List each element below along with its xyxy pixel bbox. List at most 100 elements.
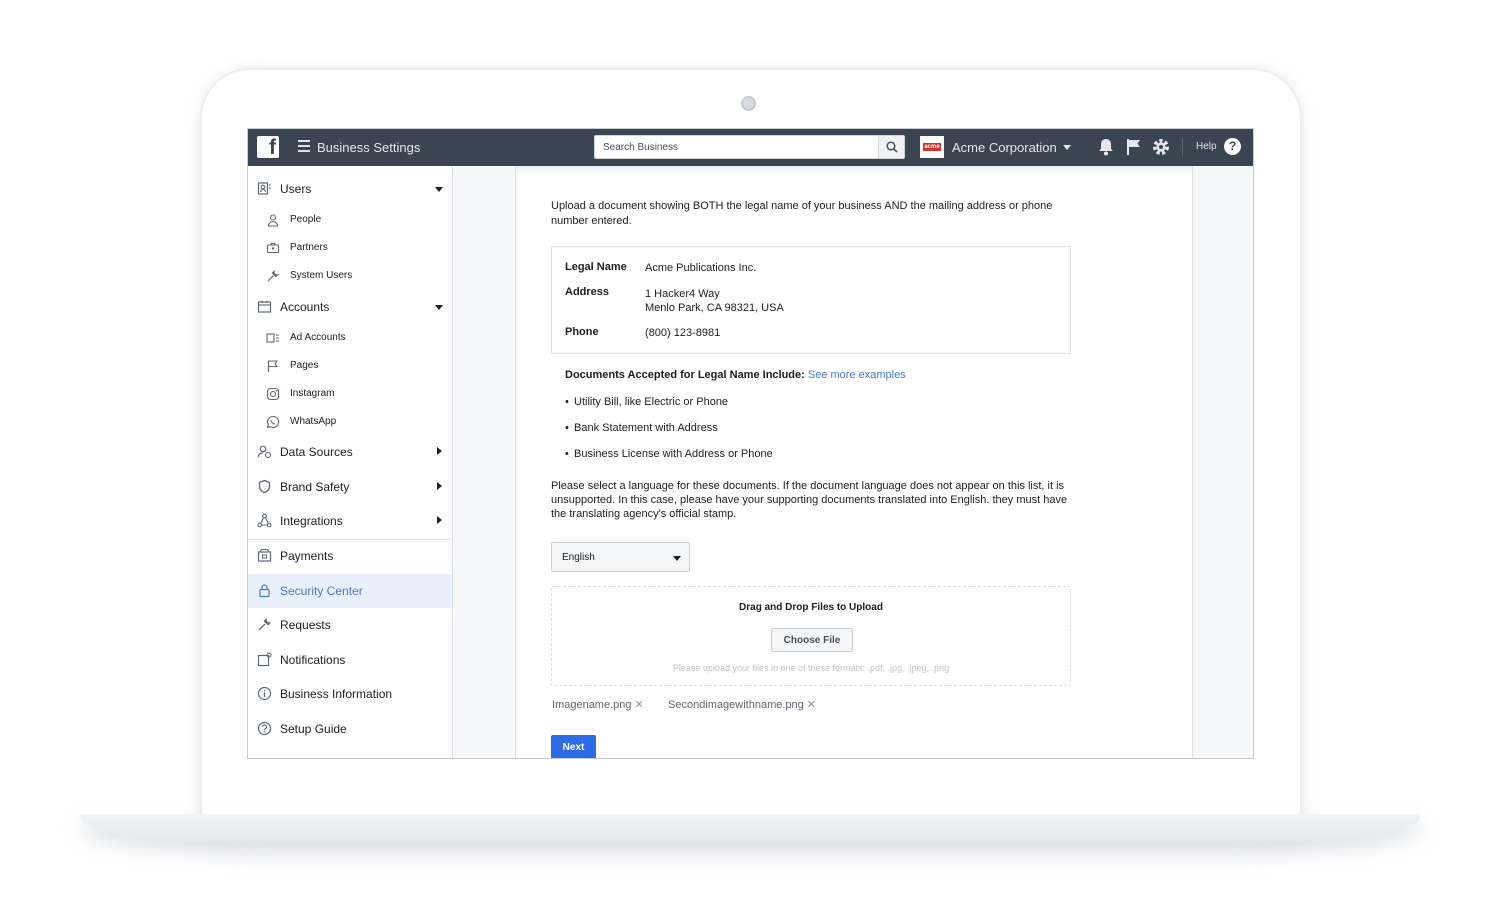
- whatsapp-icon: [266, 415, 280, 429]
- sidebar-subitem-instagram[interactable]: Instagram: [248, 381, 452, 407]
- list-item: Bank Statement with Address: [565, 422, 718, 434]
- sidebar-item-label: Payments: [280, 549, 334, 563]
- sidebar-item-payments[interactable]: Payments: [248, 539, 452, 573]
- sidebar-subitem-ad-accounts[interactable]: Ad Accounts: [248, 325, 452, 351]
- sidebar-subitem-partners[interactable]: Partners: [248, 235, 452, 261]
- list-item: Utility Bill, like Electric or Phone: [565, 396, 728, 408]
- sidebar-item-label: Data Sources: [280, 445, 353, 459]
- legal-name-label: Legal Name: [565, 261, 627, 273]
- chevron-down-icon: [673, 556, 681, 561]
- business-switcher[interactable]: Acme Corporation: [952, 140, 1057, 155]
- flag-icon[interactable]: [1124, 137, 1144, 157]
- sidebar-subitem-pages[interactable]: Pages: [248, 353, 452, 379]
- data-sources-icon: [257, 445, 272, 459]
- users-icon: [257, 182, 271, 195]
- gear-icon[interactable]: [1151, 137, 1171, 157]
- sidebar-item-label: Brand Safety: [280, 480, 350, 494]
- sidebar-subitem-label: Pages: [290, 360, 319, 371]
- help-link[interactable]: Help: [1196, 141, 1217, 152]
- sidebar-item-brand-safety[interactable]: Brand Safety: [248, 470, 452, 504]
- sidebar-item-label: Requests: [280, 618, 331, 632]
- sidebar-item-notifications[interactable]: Notifications: [248, 643, 452, 677]
- shield-icon: [258, 479, 271, 494]
- sidebar-subitem-whatsapp[interactable]: WhatsApp: [248, 409, 452, 435]
- file-dropzone[interactable]: Drag and Drop Files to Upload Choose Fil…: [551, 586, 1071, 686]
- lock-icon: [259, 584, 270, 598]
- uploaded-file-name: Secondimagewithname.png: [668, 699, 804, 711]
- sidebar-item-setup-guide[interactable]: Setup Guide: [248, 712, 452, 746]
- payments-icon: [257, 548, 272, 562]
- dropzone-title: Drag and Drop Files to Upload: [739, 602, 883, 613]
- sidebar-item-label: Integrations: [280, 514, 343, 528]
- next-button[interactable]: Next: [551, 735, 596, 758]
- chevron-down-icon[interactable]: [1063, 145, 1071, 150]
- sidebar-item-business-information[interactable]: Business Information: [248, 677, 452, 711]
- help-icon[interactable]: ?: [1224, 138, 1241, 155]
- info-icon: [257, 686, 272, 701]
- sidebar-subitem-label: Instagram: [290, 388, 335, 399]
- search-button[interactable]: [878, 136, 904, 158]
- remove-file-icon[interactable]: ✕: [807, 699, 816, 711]
- chevron-right-icon[interactable]: [437, 516, 442, 524]
- topbar-divider: [1182, 138, 1183, 156]
- legal-name-value: Acme Publications Inc.: [645, 262, 757, 274]
- sidebar-item-label: Users: [280, 182, 312, 196]
- search-input[interactable]: [595, 136, 880, 158]
- dropzone-hint: Please upload your files in one of these…: [672, 663, 950, 673]
- question-circle-icon: [257, 721, 272, 736]
- chevron-right-icon[interactable]: [437, 482, 442, 490]
- upload-instructions: Upload a document showing BOTH the legal…: [551, 200, 1053, 227]
- sidebar-item-accounts[interactable]: Accounts: [248, 290, 452, 324]
- sidebar-item-security-center[interactable]: Security Center: [248, 574, 452, 608]
- business-logo-icon[interactable]: acme: [920, 136, 944, 158]
- chevron-down-icon[interactable]: [435, 187, 443, 192]
- sidebar-item-integrations[interactable]: Integrations: [248, 504, 452, 538]
- facebook-logo-icon[interactable]: f: [257, 136, 279, 159]
- choose-file-button[interactable]: Choose File: [771, 628, 853, 652]
- hamburger-menu-icon[interactable]: [298, 140, 310, 152]
- uploaded-file-name: Imagename.png: [552, 699, 632, 711]
- language-note: Please select a language for these docum…: [551, 480, 1068, 520]
- chevron-down-icon[interactable]: [435, 305, 443, 310]
- scroll-fade: [516, 166, 1192, 174]
- wrench-icon: [267, 269, 280, 282]
- flag-icon: [267, 360, 279, 372]
- sidebar-subitem-system-users[interactable]: System Users: [248, 263, 452, 289]
- sidebar-subitem-label: WhatsApp: [290, 416, 337, 427]
- sidebar: Users People Partners System Users Accou…: [248, 166, 453, 758]
- sidebar-subitem-people[interactable]: People: [248, 207, 452, 233]
- notifications-icon: [257, 652, 272, 667]
- phone-label: Phone: [565, 326, 599, 338]
- laptop-base: [80, 814, 1420, 844]
- documents-accepted-title: Documents Accepted for Legal Name Includ…: [565, 369, 906, 381]
- sidebar-item-label: Business Information: [280, 687, 393, 701]
- business-info-box: Legal Name Acme Publications Inc. Addres…: [551, 246, 1071, 354]
- sidebar-subitem-label: System Users: [290, 270, 353, 281]
- remove-file-icon[interactable]: ✕: [635, 699, 644, 711]
- search-icon: [885, 141, 898, 153]
- ad-accounts-icon: [266, 333, 279, 343]
- bell-icon[interactable]: [1096, 137, 1116, 157]
- app-title[interactable]: Business Settings: [317, 140, 420, 155]
- language-select[interactable]: English: [551, 542, 690, 572]
- top-bar: f Business Settings acme Acme Corporatio…: [248, 129, 1253, 166]
- screen: f Business Settings acme Acme Corporatio…: [247, 128, 1254, 759]
- uploaded-file-chip: Imagename.png ✕: [552, 698, 644, 711]
- briefcase-icon: [266, 242, 280, 254]
- sidebar-item-label: Setup Guide: [280, 722, 347, 736]
- language-select-value: English: [562, 552, 595, 563]
- sidebar-subitem-label: Ad Accounts: [290, 332, 346, 343]
- sidebar-item-label: Notifications: [280, 653, 346, 667]
- integrations-icon: [257, 513, 272, 528]
- list-item: Business License with Address or Phone: [565, 448, 773, 460]
- person-icon: [267, 214, 279, 227]
- sidebar-item-data-sources[interactable]: Data Sources: [248, 435, 452, 469]
- chevron-right-icon[interactable]: [437, 447, 442, 455]
- see-more-examples-link[interactable]: See more examples: [808, 369, 906, 381]
- sidebar-item-users[interactable]: Users: [248, 172, 452, 206]
- sidebar-item-requests[interactable]: Requests: [248, 608, 452, 642]
- sidebar-item-label: Security Center: [280, 584, 363, 598]
- sidebar-subitem-label: People: [290, 214, 322, 225]
- uploaded-file-chip: Secondimagewithname.png ✕: [668, 698, 816, 711]
- search-box: [594, 135, 905, 159]
